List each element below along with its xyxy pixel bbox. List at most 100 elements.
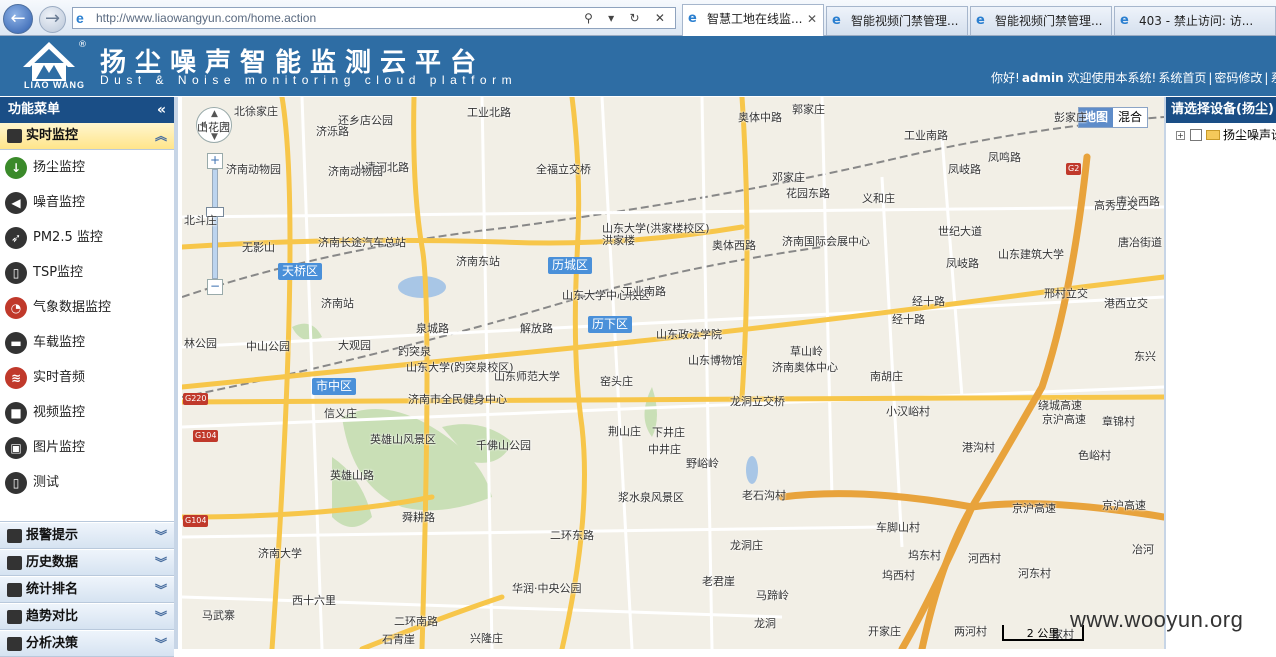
back-button[interactable]: ← [3, 4, 33, 34]
menu-group[interactable]: 历史数据 ︾ [0, 549, 174, 576]
map-place-label: 工业北路 [467, 106, 511, 119]
map-place-label: 英雄山风景区 [370, 433, 436, 446]
map-place-label: 洪家楼 [602, 234, 635, 247]
ie-tab-icon: e [688, 11, 697, 26]
browser-tab-2[interactable]: e 智能视频门禁管理... [826, 6, 968, 35]
map-place-label: 龙洞庄 [730, 539, 763, 552]
map-place-label: 千佛山公园 [476, 439, 531, 452]
map-place-label: 山东师范大学 [494, 370, 560, 383]
zoom-out-button[interactable]: − [207, 279, 223, 295]
map-place-label: 高秀立交 [1094, 199, 1138, 212]
watermark: www.wooyun.org [1070, 607, 1244, 632]
function-menu: 功能菜单 « 实时监控 ︽ ↓ 扬尘监控 ◀ 噪音监控 ➶ PM2.5 监控 ▯ TSP监控 ◔… [0, 97, 178, 657]
road-sign: G2 [1066, 163, 1082, 175]
menu-item[interactable]: ➶ PM2.5 监控 [0, 220, 174, 255]
menu-group[interactable]: 统计排名 ︾ [0, 576, 174, 603]
menu-item[interactable]: ◔ 气象数据监控 [0, 290, 174, 325]
device-tree-root[interactable]: + 扬尘噪声设 [1166, 123, 1276, 147]
home-link[interactable]: 系统首页 [1158, 71, 1206, 85]
collapse-icon[interactable]: « [157, 97, 166, 123]
menu-group[interactable]: 分析决策 ︾ [0, 630, 174, 657]
map-view[interactable]: ▲ ▼ ◀ ▶ + − 地图 混合 天桥区 历城区 历下区 市中区 G2 G220 G10… [182, 97, 1164, 649]
menu-item[interactable]: ↓ 扬尘监控 [0, 150, 174, 185]
group-realtime-monitor[interactable]: 实时监控 ︽ [0, 123, 174, 150]
chevron-up-icon: ︽ [154, 129, 167, 143]
browser-tab-3[interactable]: e 智能视频门禁管理... [970, 6, 1112, 35]
menu-item-label: 气象数据监控 [33, 300, 112, 315]
map-place-label: 下井庄 [652, 426, 685, 439]
username: admin [1021, 71, 1064, 85]
map-place-label: 京沪高速 [1102, 499, 1146, 512]
address-bar[interactable]: e http://www.liaowangyun.com/home.action… [72, 7, 676, 29]
map-place-label: 唐冶街道 [1118, 236, 1162, 249]
map-place-label: 窑头庄 [600, 375, 633, 388]
map-place-label: 彭家庄 [1054, 111, 1087, 124]
map-place-label: 凤岐路 [948, 163, 981, 176]
password-link[interactable]: 密码修改 [1214, 71, 1262, 85]
tree-checkbox[interactable] [1190, 129, 1202, 141]
device-select-panel: 请选择设备(扬尘) + 扬尘噪声设 [1164, 97, 1276, 649]
map-place-label: 济南长途汽车总站 [318, 236, 406, 249]
map-place-label: 解放路 [520, 322, 553, 335]
map-place-label: 京沪高速 [1012, 502, 1056, 515]
tab-close-icon[interactable]: ✕ [807, 5, 817, 33]
tab-label: 智能视频门禁管理... [851, 14, 959, 28]
group-icon [7, 529, 22, 543]
forward-button[interactable]: → [39, 6, 66, 33]
tree-root-label[interactable]: 扬尘噪声设 [1223, 123, 1276, 147]
picture-icon: ▣ [5, 437, 27, 459]
speaker-icon: ◀ [5, 192, 27, 214]
road-sign: G104 [193, 430, 219, 442]
map-place-label: 京沪高速 [1042, 413, 1086, 426]
menu-item-label: 实时音频 [33, 370, 86, 385]
map-place-label: 二环东路 [550, 529, 594, 542]
map-place-label: 冶河 [1132, 543, 1154, 556]
map-place-label: 信义庄 [324, 407, 357, 420]
map-place-label: 马蹄岭 [756, 589, 789, 602]
menu-item-label: TSP监控 [33, 265, 84, 280]
menu-group[interactable]: 报警提示 ︾ [0, 522, 174, 549]
address-tools[interactable]: ⚲ ▾ ↻ ✕ [584, 8, 671, 28]
browser-tab-1[interactable]: e 智慧工地在线监... ✕ [682, 4, 824, 36]
browser-tab-4[interactable]: e 403 - 禁止访问: 访... [1114, 6, 1276, 35]
tab-label: 403 - 禁止访问: 访... [1139, 14, 1254, 28]
map-place-label: 济南动物园 [226, 163, 281, 176]
map-place-label: 二环南路 [394, 615, 438, 628]
registered-mark: ® [78, 40, 87, 50]
map-place-label: 舜耕路 [402, 511, 435, 524]
menu-item-label: 扬尘监控 [33, 160, 86, 175]
menu-item[interactable]: ▣ 图片监控 [0, 430, 174, 465]
map-type-hybrid[interactable]: 混合 [1113, 108, 1147, 127]
ie-tab-icon: e [1120, 13, 1129, 28]
menu-item[interactable]: ◀ 噪音监控 [0, 185, 174, 220]
zoom-in-button[interactable]: + [207, 153, 223, 169]
bucket-icon: ▯ [5, 472, 27, 494]
menu-item[interactable]: ≋ 实时音频 [0, 360, 174, 395]
map-place-label: 色峪村 [1078, 449, 1111, 462]
group-label: 报警提示 [26, 528, 79, 543]
download-arrow-icon: ↓ [5, 157, 27, 179]
truncated-link[interactable]: 系 [1270, 71, 1276, 85]
map-place-label: 奥体西路 [712, 239, 756, 252]
welcome-suffix: 欢迎使用本系统! [1067, 71, 1157, 85]
map-place-label: 两河村 [954, 625, 987, 638]
separator: | [1208, 71, 1213, 85]
map-place-label: 北徐家庄 [234, 105, 278, 118]
chevron-down-icon: ︾ [154, 556, 167, 570]
chevron-down-icon: ︾ [154, 637, 167, 651]
map-place-label: 全福立交桥 [536, 163, 591, 176]
expand-icon[interactable]: + [1176, 131, 1185, 140]
menu-item[interactable]: ■ 视频监控 [0, 395, 174, 430]
menu-group[interactable]: 趋势对比 ︾ [0, 603, 174, 630]
welcome-prefix: 你好! [991, 71, 1020, 85]
menu-item-label: 测试 [33, 475, 60, 490]
menu-item[interactable]: ▯ 测试 [0, 465, 174, 500]
map-place-label: 济南东站 [456, 255, 500, 268]
pan-up-icon[interactable]: ▲ [211, 109, 218, 119]
menu-item[interactable]: ▬ 车载监控 [0, 325, 174, 360]
address-url[interactable]: http://www.liaowangyun.com/home.action [96, 8, 316, 28]
map-place-label: 山花园 [197, 121, 230, 134]
menu-item[interactable]: ▯ TSP监控 [0, 255, 174, 290]
map-place-label: 花园东路 [786, 187, 830, 200]
map-type-switch[interactable]: 地图 混合 [1078, 107, 1149, 128]
